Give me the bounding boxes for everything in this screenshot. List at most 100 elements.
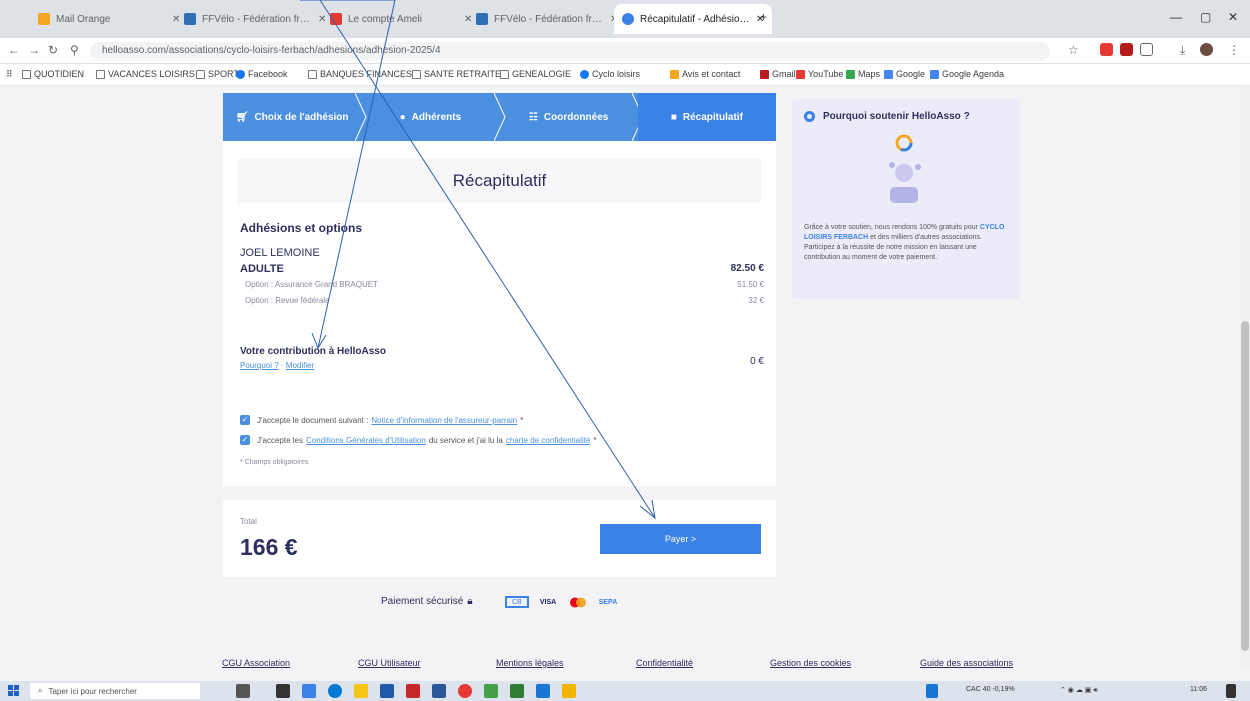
apps-icon[interactable]: ⠿ <box>6 69 13 80</box>
step-contact-details[interactable]: ☷ Coordonnées <box>500 93 644 141</box>
footer-link[interactable]: CGU Association <box>222 658 290 668</box>
facebook-icon <box>236 69 245 79</box>
secure-payment-label: Paiement sécurisé <box>381 596 464 607</box>
browser-tab[interactable]: Le compte Ameli ✕ <box>322 4 480 34</box>
close-window-icon[interactable]: ✕ <box>1228 10 1238 24</box>
bookmark[interactable]: BANQUES FINANCES <box>308 69 412 79</box>
bookmark[interactable]: Gmail <box>760 69 796 79</box>
step-members[interactable]: ● Adhérents <box>361 93 506 141</box>
why-link[interactable]: Pourquoi ? <box>240 361 279 370</box>
footer-link[interactable]: Confidentialité <box>636 658 693 668</box>
page-scrollbar[interactable] <box>1240 86 1250 667</box>
insurance-notice-link[interactable]: Notice d'information de l'assureur-parra… <box>371 416 517 425</box>
step-summary[interactable]: ■ Récapitulatif <box>637 93 776 141</box>
secure-payment: Paiement sécurisé 🔒︎ <box>381 596 473 607</box>
app-icon[interactable] <box>276 684 290 698</box>
maximize-icon[interactable]: ▢ <box>1200 10 1211 24</box>
menu-icon[interactable]: ⋮ <box>1228 43 1240 57</box>
windows-start-icon[interactable] <box>8 685 20 697</box>
chrome-icon[interactable] <box>458 684 472 698</box>
member-price: 82.50 € <box>730 263 764 274</box>
tab-label: Récapitulatif - Adhésion 2025 <box>640 13 750 25</box>
contribution-title: Votre contribution à HelloAsso <box>240 346 386 357</box>
browser-tab[interactable]: FFVélo - Fédération française ✕ <box>468 4 626 34</box>
folder-icon[interactable] <box>354 684 368 698</box>
bookmark[interactable]: YouTube <box>796 69 843 79</box>
bookmark-star-icon[interactable]: ☆ <box>1068 43 1079 57</box>
footer-link[interactable]: Guide des associations <box>920 658 1013 668</box>
app-icon[interactable] <box>484 684 498 698</box>
member-type: ADULTE <box>240 263 284 275</box>
helloasso-logo-icon <box>804 111 815 122</box>
app-icon[interactable] <box>380 684 394 698</box>
required-star: * <box>520 415 524 425</box>
terms-link[interactable]: Conditions Générales d'Utilisation <box>306 436 426 445</box>
helloasso-icon <box>622 13 634 25</box>
taskbar-search-input[interactable]: ⌕ Taper ici pour rechercher <box>30 683 200 699</box>
app-icon[interactable] <box>926 684 938 698</box>
total-label: Total <box>240 517 257 526</box>
consent-text: du service et j'ai lu la <box>428 435 503 445</box>
modify-link[interactable]: Modifier <box>286 361 314 370</box>
bookmark[interactable]: VACANCES LOISIRS <box>96 69 195 79</box>
stock-ticker[interactable]: CAC 40 -0,19% <box>966 686 1015 693</box>
sepa-icon: SEPA <box>598 598 618 606</box>
app-icon[interactable] <box>510 684 524 698</box>
site-info-icon[interactable]: ⚲ <box>70 43 79 57</box>
insurance-consent-checkbox[interactable]: ✓ <box>240 415 250 425</box>
user-icon: ● <box>399 111 406 123</box>
footer-link[interactable]: CGU Utilisateur <box>358 658 421 668</box>
pay-button[interactable]: Payer > <box>600 524 761 554</box>
bookmark[interactable]: Maps <box>846 69 880 79</box>
clock[interactable]: 11:06 <box>1190 686 1207 693</box>
bookmark[interactable]: Cyclo loisirs <box>580 69 640 79</box>
browser-tab[interactable]: Mail Orange ✕ <box>30 4 188 34</box>
extension-icon[interactable] <box>1120 43 1133 56</box>
scrollbar-thumb[interactable] <box>1241 321 1249 651</box>
extensions-icon[interactable] <box>1140 43 1153 56</box>
forward-icon[interactable]: → <box>28 43 40 57</box>
system-tray-icons[interactable]: ⌃ ◉ ☁ ▣ 🔊︎ <box>1060 686 1098 695</box>
step-membership-choice[interactable]: 🛒︎ Choix de l'adhésion <box>223 93 367 141</box>
back-icon[interactable]: ← <box>8 43 20 57</box>
browser-tab-active[interactable]: Récapitulatif - Adhésion 2025 ✕ <box>614 4 773 34</box>
bookmark[interactable]: GENEALOGIE <box>500 69 571 79</box>
browser-tab[interactable]: FFVélo - Fédération française ✕ <box>176 4 334 34</box>
new-tab-icon[interactable]: + <box>760 10 767 24</box>
app-icon[interactable] <box>562 684 576 698</box>
notifications-icon[interactable] <box>1226 684 1236 698</box>
footer-link[interactable]: Gestion des cookies <box>770 658 851 668</box>
google-icon <box>884 69 893 79</box>
edge-icon[interactable] <box>328 684 342 698</box>
bookmarks-bar: ⠿ QUOTIDIEN VACANCES LOISIRS SPORTS Face… <box>0 64 1250 86</box>
word-icon[interactable] <box>432 684 446 698</box>
bookmark[interactable]: Google <box>884 69 925 79</box>
download-icon[interactable]: ⤓ <box>1180 43 1185 58</box>
url-field[interactable]: helloasso.com/associations/cyclo-loisirs… <box>90 42 1050 60</box>
site-icon <box>184 13 196 25</box>
avatar[interactable] <box>1200 43 1213 56</box>
privacy-charter-link[interactable]: charte de confidentialité <box>506 436 591 445</box>
bookmark[interactable]: SANTE RETRAITE <box>412 69 501 79</box>
footer-link[interactable]: Mentions légales <box>496 658 564 668</box>
minimize-icon[interactable]: — <box>1170 10 1182 24</box>
app-icon[interactable] <box>302 684 316 698</box>
option-price: 32 € <box>748 296 764 305</box>
checkout-stepper: 🛒︎ Choix de l'adhésion ● Adhérents ☷ Coo… <box>223 93 776 141</box>
app-icon[interactable] <box>406 684 420 698</box>
option-price: 51.50 € <box>737 280 764 289</box>
app-icon[interactable] <box>536 684 550 698</box>
windows-taskbar: ⌕ Taper ici pour rechercher CAC 40 -0,19… <box>0 681 1250 701</box>
task-view-icon[interactable] <box>236 684 250 698</box>
terms-consent-checkbox[interactable]: ✓ <box>240 435 250 445</box>
id-card-icon: ☷ <box>528 111 538 123</box>
bookmark[interactable]: Facebook <box>236 69 288 79</box>
extension-icon[interactable] <box>1100 43 1113 56</box>
folder-icon <box>196 69 205 79</box>
bookmark[interactable]: Google Agenda <box>930 69 1004 79</box>
option-label: Option : Assurance Grand BRAQUET <box>245 280 378 289</box>
bookmark[interactable]: Avis et contact <box>670 69 740 79</box>
reload-icon[interactable]: ↻ <box>48 43 58 57</box>
bookmark[interactable]: QUOTIDIEN <box>22 69 84 79</box>
browser-tab-bar: Mail Orange ✕ FFVélo - Fédération frança… <box>0 0 1250 38</box>
